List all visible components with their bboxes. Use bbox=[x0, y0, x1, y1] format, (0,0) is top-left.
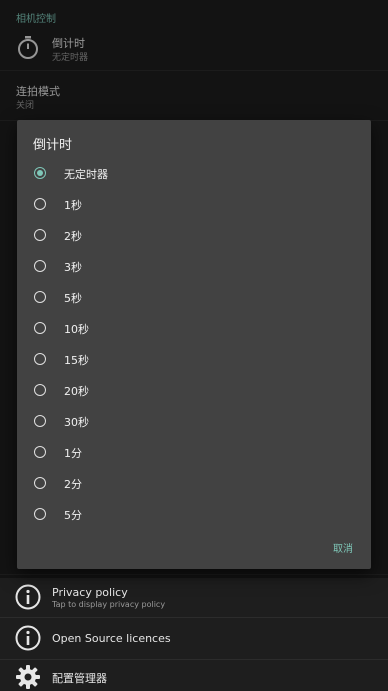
radio-unchecked-icon[interactable] bbox=[34, 508, 46, 520]
setting-privacy-policy[interactable]: Privacy policy Tap to display privacy po… bbox=[0, 574, 388, 618]
radio-checked-icon[interactable] bbox=[34, 167, 46, 179]
timer-option-label: 10秒 bbox=[64, 323, 89, 336]
timer-option[interactable]: 2分 bbox=[17, 469, 371, 500]
timer-option[interactable]: 5秒 bbox=[17, 283, 371, 314]
setting-config-title: 配置管理器 bbox=[52, 672, 107, 685]
setting-privacy-title: Privacy policy bbox=[52, 586, 128, 599]
radio-unchecked-icon[interactable] bbox=[34, 198, 46, 210]
timer-option-label: 2分 bbox=[64, 478, 82, 491]
timer-option-label: 5分 bbox=[64, 509, 82, 522]
timer-option-label: 1秒 bbox=[64, 199, 82, 212]
info-icon bbox=[15, 625, 41, 651]
radio-unchecked-icon[interactable] bbox=[34, 446, 46, 458]
timer-option[interactable]: 10秒 bbox=[17, 314, 371, 345]
radio-unchecked-icon[interactable] bbox=[34, 229, 46, 241]
radio-unchecked-icon[interactable] bbox=[34, 384, 46, 396]
info-icon bbox=[15, 584, 41, 610]
timer-option-label: 2秒 bbox=[64, 230, 82, 243]
timer-option[interactable]: 1分 bbox=[17, 438, 371, 469]
timer-option[interactable]: 5分 bbox=[17, 500, 371, 531]
timer-option-label: 5秒 bbox=[64, 292, 82, 305]
setting-open-source-licences[interactable]: Open Source licences bbox=[0, 617, 388, 660]
timer-option-label: 1分 bbox=[64, 447, 82, 460]
timer-option-label: 20秒 bbox=[64, 385, 89, 398]
timer-dialog: 倒计时 无定时器 1秒 2秒 3秒 5秒 10秒 15秒 20秒 30秒 1分 2分 5分 取消 bbox=[17, 120, 371, 569]
timer-option[interactable]: 无定时器 bbox=[17, 159, 371, 190]
gear-icon bbox=[16, 665, 40, 689]
setting-privacy-summary: Tap to display privacy policy bbox=[52, 600, 166, 609]
dialog-title: 倒计时 bbox=[33, 138, 73, 153]
timer-option-label: 15秒 bbox=[64, 354, 89, 367]
radio-unchecked-icon[interactable] bbox=[34, 415, 46, 427]
radio-unchecked-icon[interactable] bbox=[34, 322, 46, 334]
timer-option-label: 无定时器 bbox=[64, 168, 108, 181]
timer-option[interactable]: 30秒 bbox=[17, 407, 371, 438]
timer-option[interactable]: 1秒 bbox=[17, 190, 371, 221]
timer-option-label: 3秒 bbox=[64, 261, 82, 274]
radio-unchecked-icon[interactable] bbox=[34, 291, 46, 303]
setting-licences-title: Open Source licences bbox=[52, 632, 171, 645]
setting-config-manager[interactable]: 配置管理器 bbox=[0, 660, 388, 691]
radio-unchecked-icon[interactable] bbox=[34, 260, 46, 272]
timer-option[interactable]: 20秒 bbox=[17, 376, 371, 407]
timer-option-label: 30秒 bbox=[64, 416, 89, 429]
timer-option[interactable]: 2秒 bbox=[17, 221, 371, 252]
cancel-button[interactable]: 取消 bbox=[333, 540, 353, 555]
timer-option[interactable]: 3秒 bbox=[17, 252, 371, 283]
radio-unchecked-icon[interactable] bbox=[34, 353, 46, 365]
radio-unchecked-icon[interactable] bbox=[34, 477, 46, 489]
timer-option[interactable]: 15秒 bbox=[17, 345, 371, 376]
